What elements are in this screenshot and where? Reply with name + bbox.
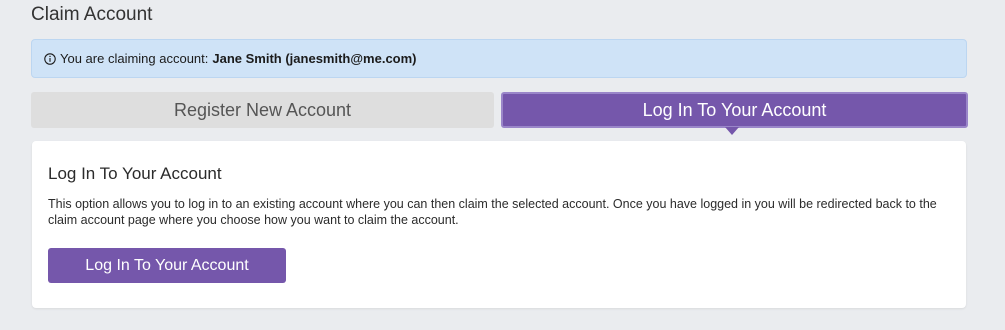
login-panel: Log In To Your Account This option allow… (32, 141, 966, 308)
banner-text: You are claiming account: (60, 51, 209, 66)
log-in-button[interactable]: Log In To Your Account (48, 248, 286, 283)
active-tab-caret (725, 127, 739, 135)
panel-heading: Log In To Your Account (48, 164, 222, 183)
claim-account-page: Claim Account You are claiming account: … (0, 0, 1005, 330)
panel-description: This option allows you to log in to an e… (48, 197, 937, 227)
tab-register-new-account[interactable]: Register New Account (31, 92, 494, 128)
tab-log-in-to-your-account[interactable]: Log In To Your Account (501, 92, 968, 128)
info-icon (44, 52, 56, 65)
info-banner: You are claiming account: Jane Smith (ja… (31, 39, 967, 78)
claimed-account-name: Jane Smith (janesmith@me.com) (212, 51, 417, 66)
page-title: Claim Account (31, 4, 153, 25)
